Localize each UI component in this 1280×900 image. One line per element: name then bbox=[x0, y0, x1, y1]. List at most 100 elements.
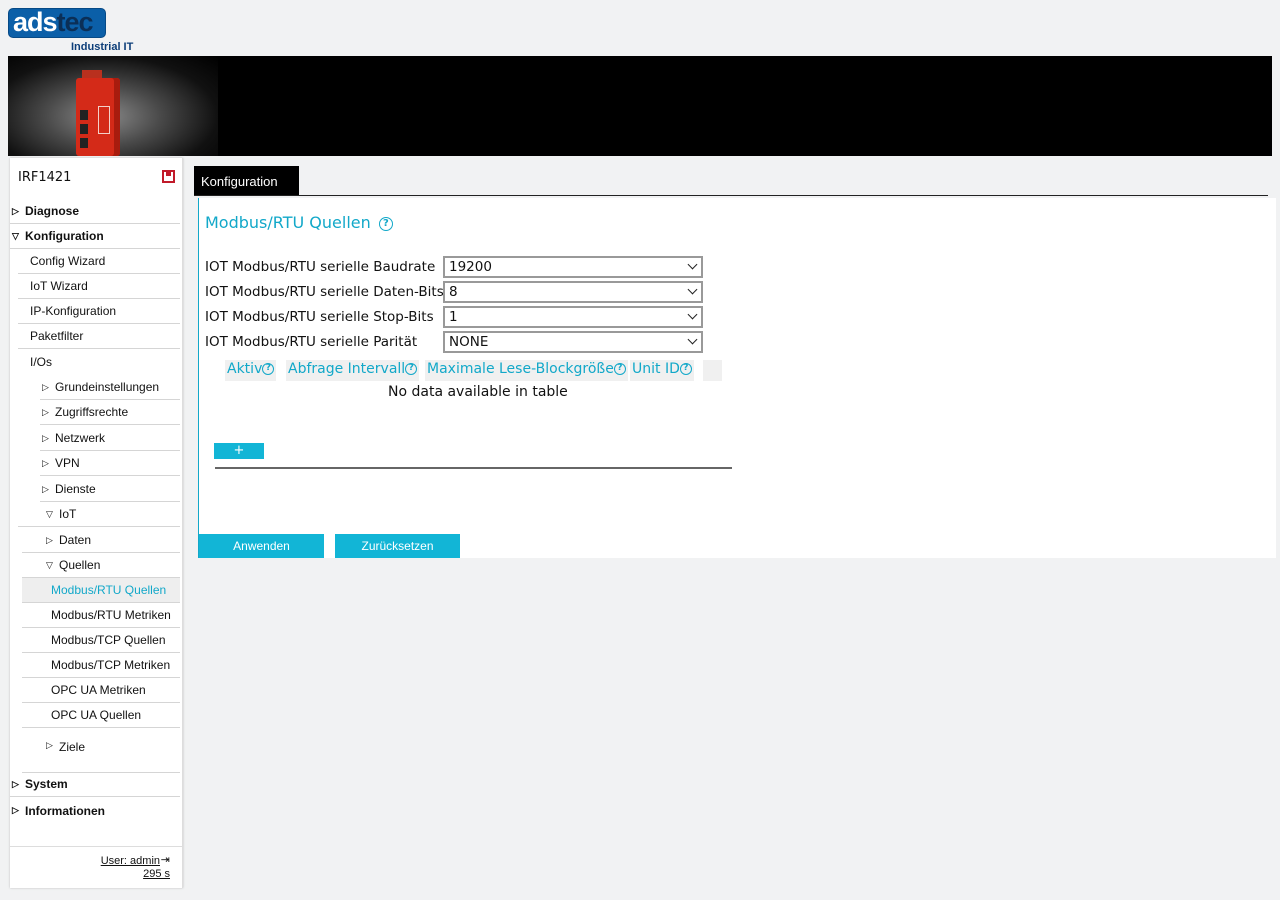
sidebar-item-diagnose[interactable]: ▷ Diagnose bbox=[10, 199, 180, 224]
column-header-abfrage-intervall[interactable]: Abfrage Intervall? bbox=[286, 360, 420, 381]
header-banner bbox=[8, 56, 1272, 156]
sidebar-item-label: I/Os bbox=[30, 354, 53, 369]
page-title-text: Modbus/RTU Quellen bbox=[205, 213, 371, 232]
data-bits-label: IOT Modbus/RTU serielle Daten-Bits bbox=[205, 284, 444, 300]
sidebar-item-daten[interactable]: ▷ Daten bbox=[22, 528, 180, 553]
sidebar-item-zugriffsrechte[interactable]: ▷ Zugriffsrechte bbox=[40, 400, 180, 425]
caret-right-icon: ▷ bbox=[12, 205, 19, 216]
session-timer: 295 s bbox=[143, 868, 170, 880]
caret-right-icon: ▷ bbox=[42, 483, 49, 494]
user-link[interactable]: User: admin bbox=[101, 855, 160, 867]
caret-down-icon: ▽ bbox=[46, 508, 53, 519]
chevron-down-icon bbox=[687, 334, 698, 345]
help-icon[interactable]: ? bbox=[378, 216, 393, 231]
column-header-label: Abfrage Intervall bbox=[288, 361, 406, 377]
form-row-data-bits: IOT Modbus/RTU serielle Daten-Bits 8 bbox=[205, 281, 805, 303]
data-bits-value: 8 bbox=[449, 284, 458, 300]
sidebar-item-system[interactable]: ▷ System bbox=[10, 772, 180, 797]
stop-bits-value: 1 bbox=[449, 309, 458, 325]
sidebar-item-label: OPC UA Metriken bbox=[51, 683, 146, 697]
sidebar-item-ip-konfiguration[interactable]: IP-Konfiguration bbox=[18, 299, 180, 324]
sidebar-item-konfiguration[interactable]: ▽ Konfiguration bbox=[10, 224, 180, 249]
apply-button[interactable]: Anwenden bbox=[199, 534, 324, 558]
sidebar-item-dienste[interactable]: ▷ Dienste bbox=[40, 477, 180, 502]
sidebar-item-label: Dienste bbox=[55, 482, 96, 496]
help-icon[interactable]: ? bbox=[405, 363, 418, 375]
parity-select[interactable]: NONE bbox=[443, 331, 703, 353]
tab-konfiguration[interactable]: Konfiguration bbox=[194, 166, 299, 196]
stop-bits-select[interactable]: 1 bbox=[443, 306, 703, 328]
caret-down-icon: ▽ bbox=[46, 559, 53, 570]
baudrate-select[interactable]: 19200 bbox=[443, 256, 703, 278]
sidebar-item-opc-ua-metriken[interactable]: OPC UA Metriken bbox=[22, 678, 180, 703]
caret-right-icon: ▷ bbox=[12, 805, 19, 815]
help-icon[interactable]: ? bbox=[679, 363, 692, 375]
column-header-aktiv[interactable]: Aktiv? bbox=[225, 360, 277, 381]
column-header-label: Maximale Lese-Blockgröße bbox=[427, 361, 614, 377]
logo-badge: adstec bbox=[8, 7, 106, 38]
caret-down-icon: ▽ bbox=[12, 230, 19, 241]
sidebar-item-grundeinstellungen[interactable]: ▷ Grundeinstellungen bbox=[40, 375, 180, 400]
help-icon[interactable]: ? bbox=[262, 363, 275, 375]
page-title: Modbus/RTU Quellen ? bbox=[205, 213, 393, 232]
sidebar-item-ios[interactable]: I/Os bbox=[18, 349, 180, 374]
caret-right-icon: ▷ bbox=[46, 534, 53, 545]
sidebar-item-modbus-rtu-quellen[interactable]: Modbus/RTU Quellen bbox=[22, 578, 180, 603]
sidebar: IRF1421 ▷ Diagnose ▽ Konfiguration Config … bbox=[10, 158, 183, 888]
sidebar-item-config-wizard[interactable]: Config Wizard bbox=[18, 249, 180, 274]
logo-text-part2: tec bbox=[56, 7, 94, 37]
sidebar-item-iot[interactable]: ▽ IoT bbox=[18, 502, 180, 527]
sidebar-footer: User: admin ⇥ 295 s bbox=[10, 846, 182, 888]
sidebar-item-modbus-tcp-metriken[interactable]: Modbus/TCP Metriken bbox=[22, 653, 180, 678]
caret-right-icon: ▷ bbox=[42, 406, 49, 417]
sidebar-item-opc-ua-quellen[interactable]: OPC UA Quellen bbox=[22, 703, 180, 728]
sidebar-item-modbus-rtu-metriken[interactable]: Modbus/RTU Metriken bbox=[22, 603, 180, 628]
sidebar-item-label: System bbox=[25, 777, 68, 791]
sidebar-item-vpn[interactable]: ▷ VPN bbox=[40, 451, 180, 476]
sidebar-item-quellen[interactable]: ▽ Quellen bbox=[22, 553, 180, 578]
sidebar-item-label: IP-Konfiguration bbox=[30, 304, 117, 318]
sidebar-item-iot-wizard[interactable]: IoT Wizard bbox=[18, 274, 180, 299]
logout-icon[interactable]: ⇥ bbox=[161, 853, 170, 866]
logo-text-part1: ads bbox=[13, 7, 58, 37]
stop-bits-label: IOT Modbus/RTU serielle Stop-Bits bbox=[205, 309, 434, 325]
sidebar-item-label: Diagnose bbox=[25, 204, 80, 218]
sidebar-item-label: Config Wizard bbox=[30, 254, 106, 268]
column-header-max-lese-blockgroesse[interactable]: Maximale Lese-Blockgröße? bbox=[425, 360, 628, 381]
reset-button[interactable]: Zurücksetzen bbox=[335, 534, 460, 558]
sidebar-item-label: Grundeinstellungen bbox=[55, 380, 160, 394]
help-icon[interactable]: ? bbox=[613, 363, 626, 375]
sidebar-item-label: Quellen bbox=[59, 558, 101, 572]
sidebar-item-label: OPC UA Quellen bbox=[51, 708, 142, 722]
column-header-unit-id[interactable]: Unit ID? bbox=[630, 360, 694, 381]
logo-text: adstec bbox=[13, 7, 94, 38]
sidebar-item-label: Modbus/TCP Metriken bbox=[51, 658, 171, 672]
add-row-button[interactable]: + bbox=[214, 443, 264, 459]
parity-value: NONE bbox=[449, 334, 489, 350]
form-row-parity: IOT Modbus/RTU serielle Parität NONE bbox=[205, 331, 805, 353]
sidebar-item-ziele[interactable]: ▷ Ziele bbox=[22, 735, 180, 773]
column-header-label: Unit ID bbox=[632, 361, 680, 377]
sidebar-item-label: Zugriffsrechte bbox=[55, 405, 129, 419]
sidebar-item-modbus-tcp-quellen[interactable]: Modbus/TCP Quellen bbox=[22, 628, 180, 653]
device-label bbox=[98, 106, 110, 134]
parity-label: IOT Modbus/RTU serielle Parität bbox=[205, 334, 418, 350]
sidebar-item-label: Ziele bbox=[59, 740, 86, 754]
data-bits-select[interactable]: 8 bbox=[443, 281, 703, 303]
sidebar-item-paketfilter[interactable]: Paketfilter bbox=[18, 324, 180, 349]
sidebar-item-label: VPN bbox=[55, 456, 80, 470]
caret-right-icon: ▷ bbox=[46, 740, 53, 750]
form-row-stop-bits: IOT Modbus/RTU serielle Stop-Bits 1 bbox=[205, 306, 805, 328]
column-header-label: Aktiv bbox=[227, 361, 263, 377]
sidebar-item-netzwerk[interactable]: ▷ Netzwerk bbox=[40, 426, 180, 451]
sidebar-item-informationen[interactable]: ▷ Informationen bbox=[10, 798, 180, 823]
form-row-baudrate: IOT Modbus/RTU serielle Baudrate 19200 bbox=[205, 256, 805, 278]
sidebar-item-label: Paketfilter bbox=[30, 329, 84, 343]
sidebar-item-label: Konfiguration bbox=[25, 229, 104, 243]
caret-right-icon: ▷ bbox=[42, 432, 49, 443]
device-port bbox=[80, 124, 88, 134]
baudrate-label: IOT Modbus/RTU serielle Baudrate bbox=[205, 259, 436, 275]
save-icon[interactable] bbox=[162, 170, 175, 183]
sidebar-scrollbar[interactable] bbox=[182, 158, 183, 888]
device-port bbox=[80, 110, 88, 120]
